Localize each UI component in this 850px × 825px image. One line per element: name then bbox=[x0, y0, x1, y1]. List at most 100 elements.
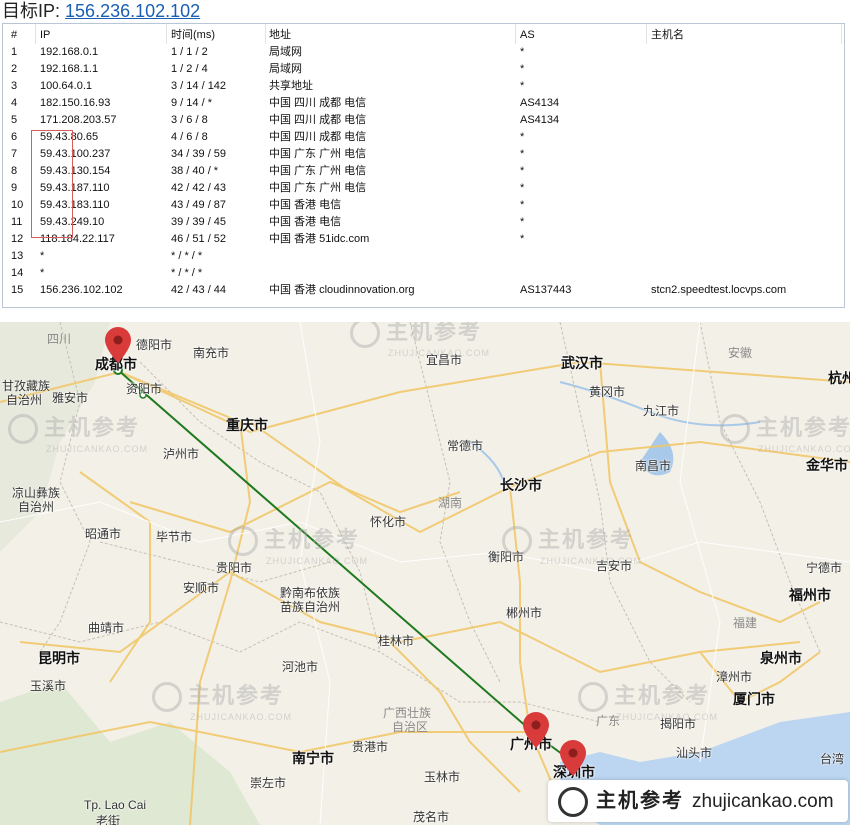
city-label: 泸州市 bbox=[163, 447, 200, 461]
hop-location: 中国 四川 成都 电信 bbox=[269, 114, 367, 126]
hop-number: 15 bbox=[11, 284, 24, 296]
city-label: 南昌市 bbox=[635, 459, 672, 473]
city-label: 昆明市 bbox=[38, 650, 80, 666]
table-row: 11 59.43.249.10 39 / 39 / 45 中国 香港 电信 * bbox=[3, 214, 844, 231]
hop-location: 中国 香港 cloudinnovation.org bbox=[269, 284, 415, 296]
table-row: 1 192.168.0.1 1 / 1 / 2 局域网 * bbox=[3, 44, 844, 61]
city-label: Tp. Lao Cai bbox=[84, 798, 147, 812]
hop-as: AS4134 bbox=[520, 97, 560, 109]
hop-location: 中国 广东 广州 电信 bbox=[269, 148, 367, 160]
hop-latency: 39 / 39 / 45 bbox=[171, 216, 227, 228]
col-divider bbox=[841, 24, 842, 44]
city-label: 雅安市 bbox=[52, 391, 89, 405]
prov-label: 广东 bbox=[596, 714, 621, 728]
city-label: 揭阳市 bbox=[660, 717, 697, 731]
hop-latency: 34 / 39 / 59 bbox=[171, 148, 227, 160]
hop-latency: 4 / 6 / 8 bbox=[171, 131, 208, 143]
location-pin-icon[interactable] bbox=[105, 327, 131, 363]
hop-latency: 3 / 6 / 8 bbox=[171, 114, 208, 126]
hop-number: 12 bbox=[11, 233, 24, 245]
brand-name: 主机参考 bbox=[596, 790, 684, 812]
table-row: 2 192.168.1.1 1 / 2 / 4 局域网 * bbox=[3, 61, 844, 78]
target-ip-link[interactable]: 156.236.102.102 bbox=[65, 1, 200, 21]
city-label: 常德市 bbox=[447, 439, 484, 453]
target-ip-label: 目标IP: bbox=[2, 1, 61, 21]
hop-latency: * / * / * bbox=[171, 267, 203, 279]
target-ip-header: 目标IP: 156.236.102.102 bbox=[0, 0, 850, 22]
hop-ip: 100.64.0.1 bbox=[40, 80, 92, 92]
hop-number: 5 bbox=[11, 114, 18, 126]
city-label: 自治州 bbox=[6, 393, 43, 407]
city-label: 安顺市 bbox=[183, 581, 220, 595]
city-label: 宁德市 bbox=[806, 561, 843, 575]
col-addr-header: 地址 bbox=[269, 29, 291, 41]
hop-location: 中国 香港 51idc.com bbox=[269, 233, 370, 245]
col-divider bbox=[515, 24, 516, 44]
hop-as: * bbox=[520, 233, 525, 245]
table-row: 5 171.208.203.57 3 / 6 / 8 中国 四川 成都 电信 AS413… bbox=[3, 112, 844, 129]
hop-location: 局域网 bbox=[269, 63, 302, 75]
location-pin-icon[interactable] bbox=[560, 740, 586, 776]
table-row: 13 * * / * / * bbox=[3, 248, 844, 265]
city-label: 厦门市 bbox=[733, 691, 775, 707]
hop-as: AS137443 bbox=[520, 284, 572, 296]
city-label: 福州市 bbox=[789, 587, 831, 603]
city-label: 黄冈市 bbox=[589, 385, 626, 399]
table-header: # IP 时间(ms) 地址 AS 主机名 bbox=[3, 27, 844, 44]
hop-location: 中国 四川 成都 电信 bbox=[269, 97, 367, 109]
city-label: 南充市 bbox=[193, 346, 230, 360]
col-num-header: # bbox=[11, 29, 18, 41]
hop-location: 共享地址 bbox=[269, 80, 313, 92]
table-row: 7 59.43.100.237 34 / 39 / 59 中国 广东 广州 电信 * bbox=[3, 146, 844, 163]
col-host-header: 主机名 bbox=[651, 29, 684, 41]
hop-as: * bbox=[520, 182, 525, 194]
city-label: 泉州市 bbox=[760, 650, 802, 666]
prov-label: 安徽 bbox=[728, 346, 753, 360]
route-map[interactable]: 四川 安徽 湖南 福建 广西壮族 自治区 广东 成都市 德阳市 南充市 宜昌市 … bbox=[0, 322, 850, 825]
table-row: 6 59.43.80.65 4 / 6 / 8 中国 四川 成都 电信 * bbox=[3, 129, 844, 146]
city-label: 昭通市 bbox=[85, 527, 122, 541]
city-label: 老街 bbox=[96, 814, 121, 825]
hop-ip: 192.168.0.1 bbox=[40, 46, 99, 58]
col-as-header: AS bbox=[520, 29, 535, 41]
hop-ip: 59.43.100.237 bbox=[40, 148, 111, 160]
city-label: 吉安市 bbox=[596, 559, 633, 573]
hop-latency: 9 / 14 / * bbox=[171, 97, 212, 109]
col-time-header: 时间(ms) bbox=[171, 29, 215, 41]
hop-number: 7 bbox=[11, 148, 18, 160]
city-label: 资阳市 bbox=[126, 382, 163, 396]
hop-as: * bbox=[520, 199, 525, 211]
hop-ip: 156.236.102.102 bbox=[40, 284, 123, 296]
hop-number: 4 bbox=[11, 97, 18, 109]
hop-latency: 3 / 14 / 142 bbox=[171, 80, 227, 92]
city-label: 曲靖市 bbox=[88, 621, 125, 635]
hop-ip: 59.43.183.110 bbox=[40, 199, 110, 211]
city-label: 桂林市 bbox=[378, 634, 415, 648]
city-label: 贵阳市 bbox=[216, 561, 253, 575]
hop-number: 13 bbox=[11, 250, 24, 262]
hop-ip: 182.150.16.93 bbox=[40, 97, 111, 109]
hop-ip: 59.43.249.10 bbox=[40, 216, 105, 228]
traceroute-table: # IP 时间(ms) 地址 AS 主机名 1 192.168.0.1 1 / 1 … bbox=[2, 23, 845, 308]
table-row: 10 59.43.183.110 43 / 49 / 87 中国 香港 电信 * bbox=[3, 197, 844, 214]
city-label: 河池市 bbox=[282, 660, 319, 674]
city-label: 重庆市 bbox=[226, 417, 268, 433]
hop-as: * bbox=[520, 165, 525, 177]
location-pin-icon[interactable] bbox=[523, 712, 549, 748]
city-label: 郴州市 bbox=[506, 606, 543, 620]
hop-number: 10 bbox=[11, 199, 24, 211]
hop-ip: 59.43.187.110 bbox=[40, 182, 110, 194]
hop-hostname: stcn2.speedtest.locvps.com bbox=[651, 284, 787, 296]
hop-number: 8 bbox=[11, 165, 18, 177]
hop-location: 局域网 bbox=[269, 46, 302, 58]
hop-number: 1 bbox=[11, 46, 18, 58]
prov-label: 自治区 bbox=[392, 720, 429, 734]
city-label: 苗族自治州 bbox=[280, 600, 341, 614]
map-graphic bbox=[0, 322, 850, 825]
table-row: 4 182.150.16.93 9 / 14 / * 中国 四川 成都 电信 AS413… bbox=[3, 95, 844, 112]
city-label: 武汉市 bbox=[561, 355, 603, 371]
table-row: 8 59.43.130.154 38 / 40 / * 中国 广东 广州 电信 * bbox=[3, 163, 844, 180]
hop-latency: 1 / 2 / 4 bbox=[171, 63, 208, 75]
table-row: 14 * * / * / * bbox=[3, 265, 844, 282]
col-divider bbox=[646, 24, 647, 44]
